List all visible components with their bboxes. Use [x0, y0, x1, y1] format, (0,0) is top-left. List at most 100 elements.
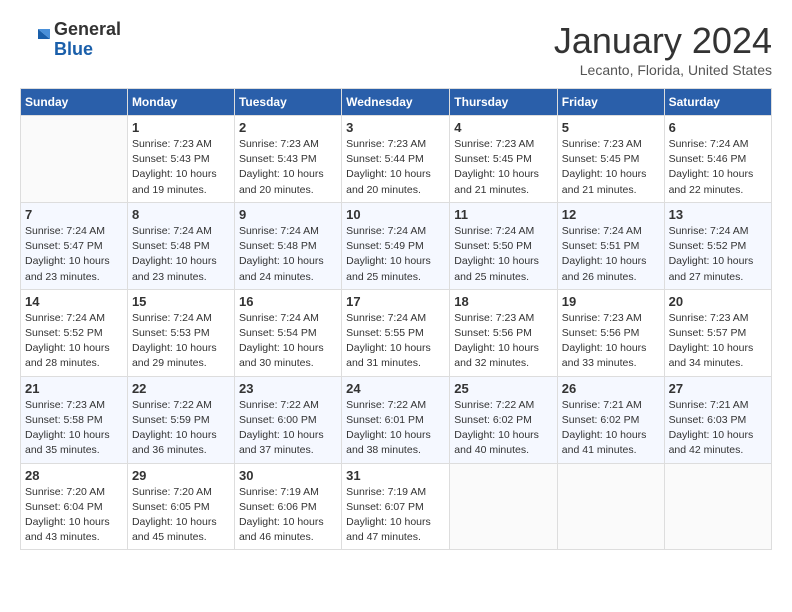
col-wednesday: Wednesday [342, 89, 450, 116]
month-title: January 2024 [554, 20, 772, 62]
day-info: Sunrise: 7:19 AM Sunset: 6:07 PM Dayligh… [346, 485, 445, 546]
day-info: Sunrise: 7:23 AM Sunset: 5:56 PM Dayligh… [562, 311, 660, 372]
day-info: Sunrise: 7:23 AM Sunset: 5:45 PM Dayligh… [562, 137, 660, 198]
day-cell: 13 Sunrise: 7:24 AM Sunset: 5:52 PM Dayli… [664, 202, 771, 289]
day-number: 8 [132, 207, 230, 222]
day-info: Sunrise: 7:22 AM Sunset: 6:01 PM Dayligh… [346, 398, 445, 459]
day-cell: 11 Sunrise: 7:24 AM Sunset: 5:50 PM Dayli… [450, 202, 558, 289]
day-cell: 24 Sunrise: 7:22 AM Sunset: 6:01 PM Dayli… [342, 376, 450, 463]
day-cell: 10Sunrise: 7:24 AM Sunset: 5:49 PM Dayli… [342, 202, 450, 289]
day-number: 10 [346, 207, 445, 222]
day-info: Sunrise: 7:24 AM Sunset: 5:55 PM Dayligh… [346, 311, 445, 372]
day-number: 27 [669, 381, 767, 396]
col-sunday: Sunday [21, 89, 128, 116]
day-number: 4 [454, 120, 553, 135]
day-cell: 31Sunrise: 7:19 AM Sunset: 6:07 PM Dayli… [342, 463, 450, 550]
day-cell: 7 Sunrise: 7:24 AM Sunset: 5:47 PM Daylig… [21, 202, 128, 289]
day-cell: 27 Sunrise: 7:21 AM Sunset: 6:03 PM Dayli… [664, 376, 771, 463]
day-cell: 23Sunrise: 7:22 AM Sunset: 6:00 PM Dayli… [234, 376, 341, 463]
day-cell: 19Sunrise: 7:23 AM Sunset: 5:56 PM Dayli… [557, 289, 664, 376]
week-row-2: 7 Sunrise: 7:24 AM Sunset: 5:47 PM Daylig… [21, 202, 772, 289]
day-info: Sunrise: 7:24 AM Sunset: 5:53 PM Dayligh… [132, 311, 230, 372]
col-monday: Monday [127, 89, 234, 116]
day-cell: 22 Sunrise: 7:22 AM Sunset: 5:59 PM Dayli… [127, 376, 234, 463]
day-info: Sunrise: 7:19 AM Sunset: 6:06 PM Dayligh… [239, 485, 337, 546]
logo-icon [20, 25, 50, 55]
day-cell: 3 Sunrise: 7:23 AM Sunset: 5:44 PM Daylig… [342, 116, 450, 203]
day-number: 5 [562, 120, 660, 135]
day-cell: 29Sunrise: 7:20 AM Sunset: 6:05 PM Dayli… [127, 463, 234, 550]
day-info: Sunrise: 7:24 AM Sunset: 5:46 PM Dayligh… [669, 137, 767, 198]
day-cell [664, 463, 771, 550]
day-cell: 4 Sunrise: 7:23 AM Sunset: 5:45 PM Daylig… [450, 116, 558, 203]
day-cell: 14 Sunrise: 7:24 AM Sunset: 5:52 PM Dayli… [21, 289, 128, 376]
day-number: 30 [239, 468, 337, 483]
week-row-4: 21Sunrise: 7:23 AM Sunset: 5:58 PM Dayli… [21, 376, 772, 463]
col-thursday: Thursday [450, 89, 558, 116]
day-cell: 26 Sunrise: 7:21 AM Sunset: 6:02 PM Dayli… [557, 376, 664, 463]
col-friday: Friday [557, 89, 664, 116]
col-tuesday: Tuesday [234, 89, 341, 116]
day-cell: 9 Sunrise: 7:24 AM Sunset: 5:48 PM Daylig… [234, 202, 341, 289]
day-number: 7 [25, 207, 123, 222]
day-info: Sunrise: 7:22 AM Sunset: 6:02 PM Dayligh… [454, 398, 553, 459]
day-info: Sunrise: 7:21 AM Sunset: 6:02 PM Dayligh… [562, 398, 660, 459]
col-saturday: Saturday [664, 89, 771, 116]
day-info: Sunrise: 7:24 AM Sunset: 5:54 PM Dayligh… [239, 311, 337, 372]
day-info: Sunrise: 7:22 AM Sunset: 5:59 PM Dayligh… [132, 398, 230, 459]
day-info: Sunrise: 7:23 AM Sunset: 5:45 PM Dayligh… [454, 137, 553, 198]
day-number: 22 [132, 381, 230, 396]
day-info: Sunrise: 7:24 AM Sunset: 5:51 PM Dayligh… [562, 224, 660, 285]
logo: General Blue [20, 20, 121, 60]
day-number: 3 [346, 120, 445, 135]
day-number: 9 [239, 207, 337, 222]
day-info: Sunrise: 7:23 AM Sunset: 5:43 PM Dayligh… [132, 137, 230, 198]
day-cell: 12 Sunrise: 7:24 AM Sunset: 5:51 PM Dayli… [557, 202, 664, 289]
day-info: Sunrise: 7:23 AM Sunset: 5:56 PM Dayligh… [454, 311, 553, 372]
day-info: Sunrise: 7:20 AM Sunset: 6:04 PM Dayligh… [25, 485, 123, 546]
day-number: 26 [562, 381, 660, 396]
day-info: Sunrise: 7:24 AM Sunset: 5:52 PM Dayligh… [669, 224, 767, 285]
day-number: 2 [239, 120, 337, 135]
day-cell: 15Sunrise: 7:24 AM Sunset: 5:53 PM Dayli… [127, 289, 234, 376]
day-cell: 16 Sunrise: 7:24 AM Sunset: 5:54 PM Dayli… [234, 289, 341, 376]
day-number: 18 [454, 294, 553, 309]
day-number: 20 [669, 294, 767, 309]
day-cell: 18 Sunrise: 7:23 AM Sunset: 5:56 PM Dayli… [450, 289, 558, 376]
day-number: 29 [132, 468, 230, 483]
day-info: Sunrise: 7:24 AM Sunset: 5:50 PM Dayligh… [454, 224, 553, 285]
day-cell [21, 116, 128, 203]
day-cell: 5 Sunrise: 7:23 AM Sunset: 5:45 PM Daylig… [557, 116, 664, 203]
day-number: 23 [239, 381, 337, 396]
day-info: Sunrise: 7:21 AM Sunset: 6:03 PM Dayligh… [669, 398, 767, 459]
day-cell: 25Sunrise: 7:22 AM Sunset: 6:02 PM Dayli… [450, 376, 558, 463]
logo-blue: Blue [54, 39, 93, 59]
week-row-5: 28 Sunrise: 7:20 AM Sunset: 6:04 PM Dayli… [21, 463, 772, 550]
day-cell: 17Sunrise: 7:24 AM Sunset: 5:55 PM Dayli… [342, 289, 450, 376]
day-info: Sunrise: 7:24 AM Sunset: 5:52 PM Dayligh… [25, 311, 123, 372]
day-cell: 20 Sunrise: 7:23 AM Sunset: 5:57 PM Dayli… [664, 289, 771, 376]
day-info: Sunrise: 7:24 AM Sunset: 5:48 PM Dayligh… [132, 224, 230, 285]
day-info: Sunrise: 7:23 AM Sunset: 5:57 PM Dayligh… [669, 311, 767, 372]
day-cell: 30 Sunrise: 7:19 AM Sunset: 6:06 PM Dayli… [234, 463, 341, 550]
day-info: Sunrise: 7:23 AM Sunset: 5:43 PM Dayligh… [239, 137, 337, 198]
day-number: 12 [562, 207, 660, 222]
day-number: 13 [669, 207, 767, 222]
day-info: Sunrise: 7:24 AM Sunset: 5:47 PM Dayligh… [25, 224, 123, 285]
logo-text: General Blue [54, 20, 121, 60]
day-number: 16 [239, 294, 337, 309]
day-cell: 21Sunrise: 7:23 AM Sunset: 5:58 PM Dayli… [21, 376, 128, 463]
day-number: 11 [454, 207, 553, 222]
day-number: 14 [25, 294, 123, 309]
day-cell: 2 Sunrise: 7:23 AM Sunset: 5:43 PM Daylig… [234, 116, 341, 203]
day-number: 24 [346, 381, 445, 396]
day-cell [557, 463, 664, 550]
day-number: 6 [669, 120, 767, 135]
day-cell: 8 Sunrise: 7:24 AM Sunset: 5:48 PM Daylig… [127, 202, 234, 289]
week-row-1: 1Sunrise: 7:23 AM Sunset: 5:43 PM Daylig… [21, 116, 772, 203]
day-info: Sunrise: 7:23 AM Sunset: 5:44 PM Dayligh… [346, 137, 445, 198]
day-number: 28 [25, 468, 123, 483]
day-info: Sunrise: 7:24 AM Sunset: 5:48 PM Dayligh… [239, 224, 337, 285]
week-row-3: 14 Sunrise: 7:24 AM Sunset: 5:52 PM Dayli… [21, 289, 772, 376]
day-cell: 1Sunrise: 7:23 AM Sunset: 5:43 PM Daylig… [127, 116, 234, 203]
